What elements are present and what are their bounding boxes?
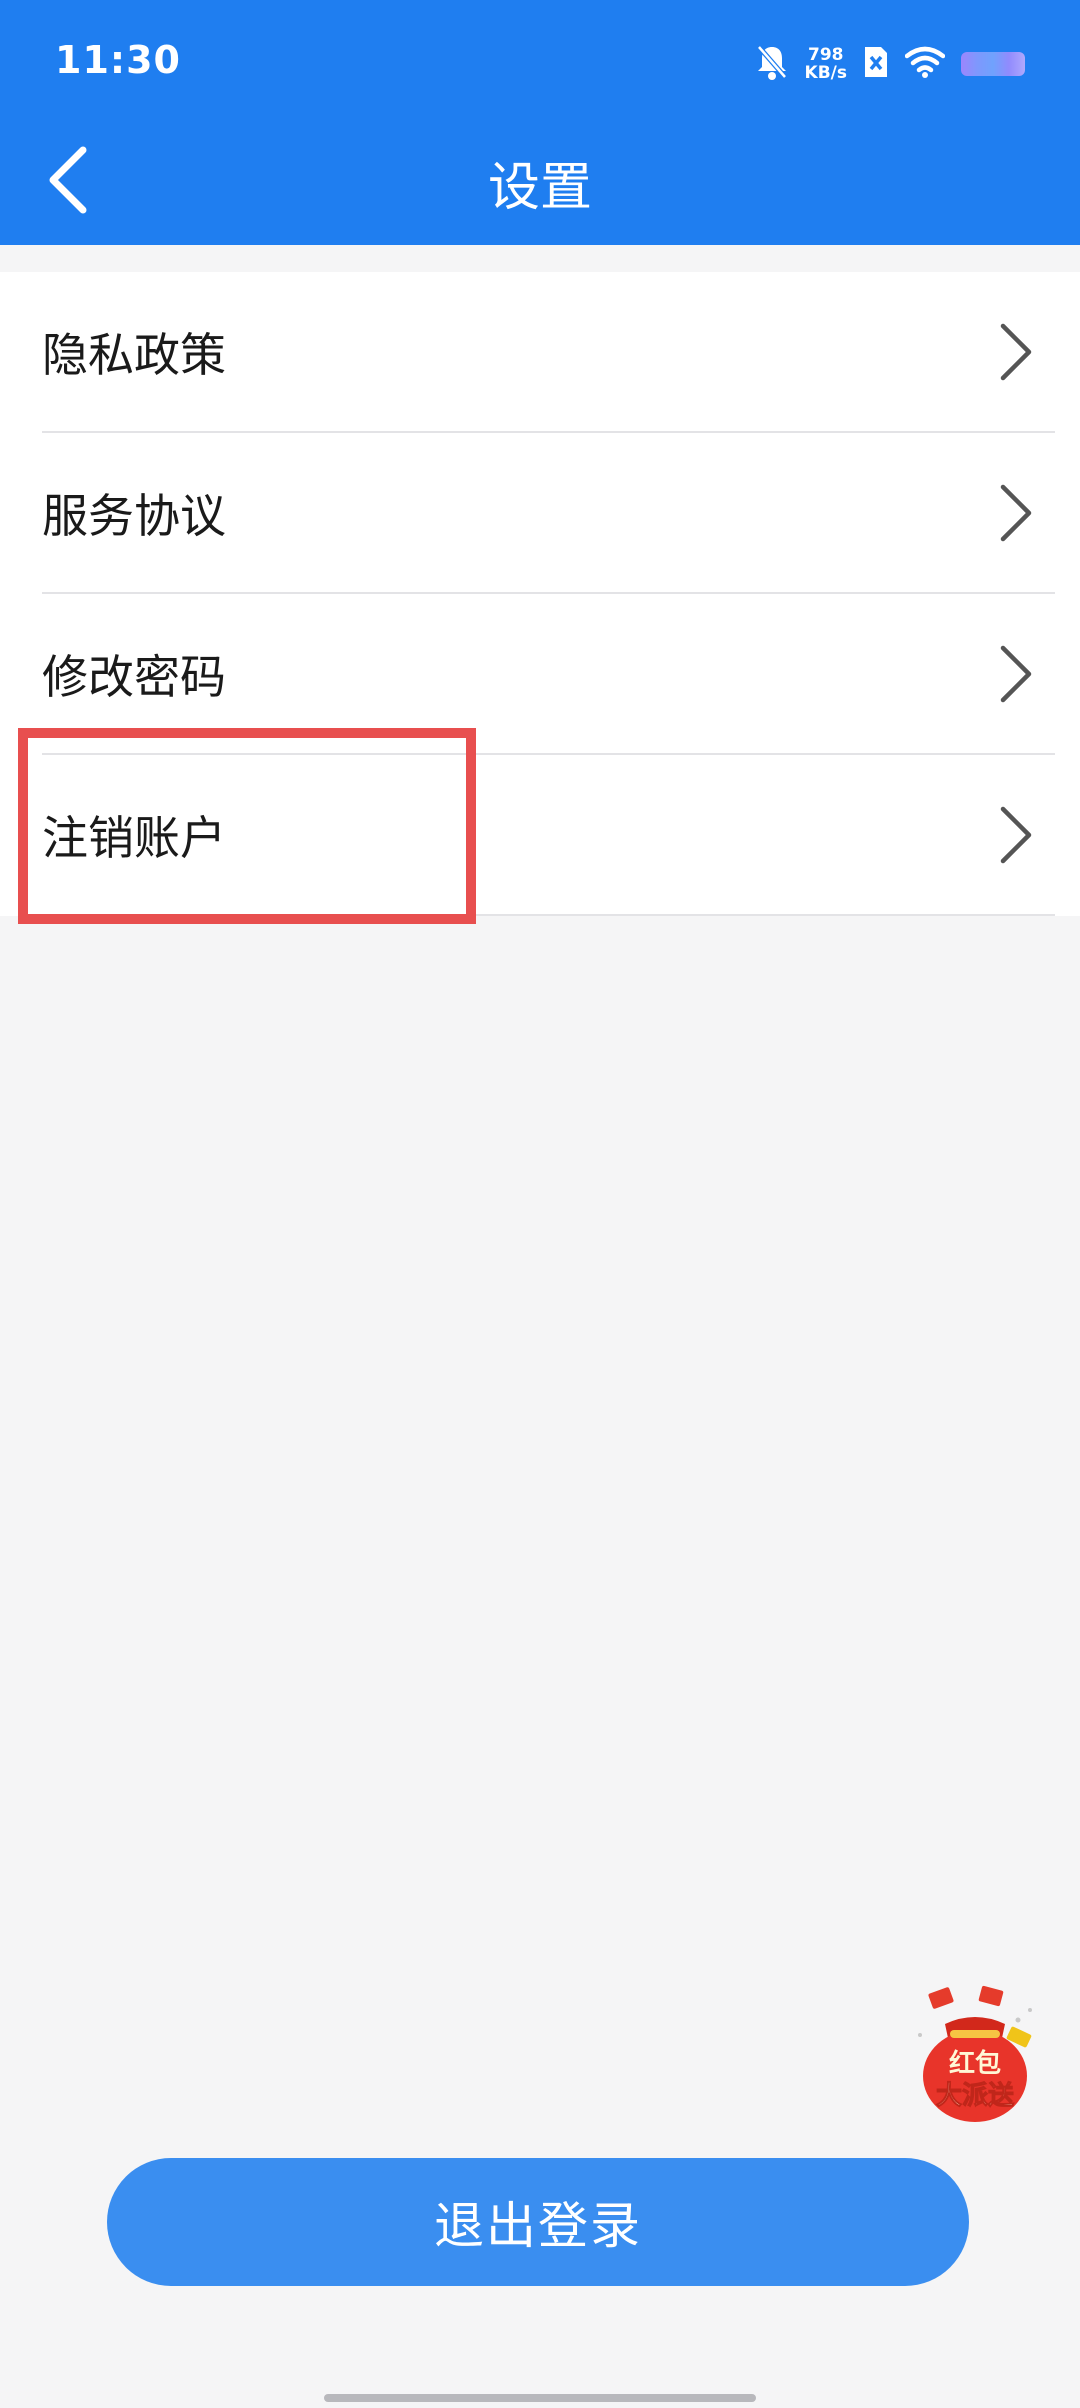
red-packet-badge[interactable]: 红包 大派送	[900, 1980, 1050, 2130]
net-speed-value: 798	[808, 45, 844, 65]
menu-item-label: 修改密码	[42, 649, 226, 704]
menu-item-change-password[interactable]: 修改密码	[42, 594, 1055, 755]
status-time: 11:30	[55, 38, 181, 82]
wifi-icon	[904, 46, 946, 82]
settings-menu: 隐私政策 服务协议 修改密码 注销账户	[0, 272, 1080, 916]
menu-item-label: 服务协议	[42, 488, 226, 543]
bell-muted-icon	[755, 43, 789, 85]
menu-item-delete-account[interactable]: 注销账户	[42, 755, 1055, 916]
page-title: 设置	[487, 158, 592, 218]
app-header: 11:30 798 KB/s 设置	[0, 0, 1080, 245]
battery-icon	[961, 52, 1025, 76]
menu-item-service-agreement[interactable]: 服务协议	[42, 433, 1055, 594]
menu-item-label: 隐私政策	[42, 327, 226, 382]
chevron-right-icon	[1000, 323, 1032, 380]
net-speed-unit: KB/s	[804, 63, 847, 83]
chevron-right-icon	[1000, 806, 1032, 863]
status-icons: 798 KB/s	[755, 40, 1025, 88]
menu-item-label: 注销账户	[42, 810, 226, 865]
red-packet-icon: 红包 大派送	[918, 1985, 1032, 2122]
red-packet-line2: 大派送	[936, 2081, 1014, 2111]
red-packet-line1: 红包	[949, 2048, 1001, 2079]
network-speed: 798 KB/s	[805, 46, 847, 82]
chevron-right-icon	[1000, 645, 1032, 702]
status-bar: 11:30 798 KB/s	[0, 0, 1080, 125]
nav-bar: 设置	[0, 125, 1080, 245]
home-indicator[interactable]	[324, 2394, 756, 2402]
chevron-right-icon	[1000, 484, 1032, 541]
menu-item-privacy-policy[interactable]: 隐私政策	[42, 272, 1055, 433]
logout-button[interactable]: 退出登录	[107, 2158, 969, 2286]
sim-disabled-icon	[863, 45, 889, 83]
